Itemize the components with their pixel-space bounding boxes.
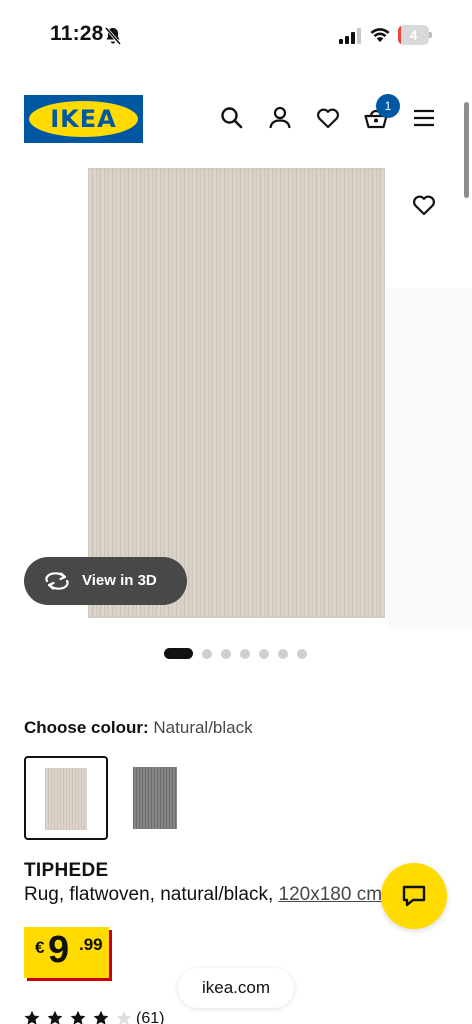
search-icon[interactable]: [219, 105, 245, 131]
pagination-dot-active[interactable]: [164, 648, 193, 659]
star-filled-icon: [70, 1010, 86, 1024]
rotate-3d-icon: [45, 572, 69, 590]
cellular-signal-icon: [339, 28, 361, 44]
ikea-logo[interactable]: IKEA: [24, 95, 143, 143]
product-name: TIPHEDE: [24, 860, 109, 881]
product-description: Rug, flatwoven, natural/black, 120x180 c…: [24, 884, 383, 905]
selected-colour-value: Natural/black: [153, 718, 253, 737]
star-filled-icon: [24, 1010, 40, 1024]
pagination-dot[interactable]: [297, 649, 307, 659]
colour-option-natural-black[interactable]: [24, 756, 108, 840]
pagination-dot[interactable]: [259, 649, 269, 659]
user-icon[interactable]: [267, 105, 293, 131]
view-in-3d-button[interactable]: View in 3D: [24, 557, 187, 605]
rating-count: (61): [136, 1010, 165, 1024]
bell-off-icon: [104, 27, 122, 45]
add-to-favourites-icon[interactable]: [411, 192, 437, 218]
battery-indicator: 4: [398, 25, 432, 45]
chat-bubble-icon: [402, 885, 426, 907]
price-integer: 9: [48, 929, 69, 971]
product-size-link[interactable]: 120x180 cm: [279, 884, 383, 905]
status-bar: 11:28 4: [0, 0, 472, 70]
pagination-dot[interactable]: [221, 649, 231, 659]
product-image-rug[interactable]: [88, 168, 385, 618]
chat-button[interactable]: [381, 863, 447, 929]
choose-colour-label: Choose colour:: [24, 718, 149, 737]
star-empty-icon: [116, 1010, 132, 1024]
wifi-icon: [370, 28, 390, 42]
site-header: IKEA 1: [0, 88, 472, 152]
colour-option-grey[interactable]: [113, 756, 197, 840]
product-rating[interactable]: (61): [24, 1008, 224, 1024]
price-currency: €: [35, 938, 45, 957]
star-filled-icon: [47, 1010, 63, 1024]
pagination-dot[interactable]: [202, 649, 212, 659]
gallery-pagination: [164, 648, 324, 660]
view-in-3d-label: View in 3D: [82, 572, 157, 589]
pagination-dot[interactable]: [278, 649, 288, 659]
status-time: 11:28: [50, 22, 104, 45]
menu-icon[interactable]: [411, 105, 437, 131]
heart-icon[interactable]: [315, 105, 341, 131]
battery-percentage: 4: [409, 27, 418, 43]
pagination-dot[interactable]: [240, 649, 250, 659]
cart-count-badge: 1: [376, 94, 400, 118]
star-filled-icon: [93, 1010, 109, 1024]
choose-colour: Choose colour: Natural/black: [24, 718, 253, 738]
next-image-peek: [386, 288, 472, 628]
browser-url-bar[interactable]: ikea.com: [178, 968, 294, 1008]
price-tag: € 9 .99: [24, 927, 112, 981]
price-decimal: .99: [79, 935, 103, 954]
